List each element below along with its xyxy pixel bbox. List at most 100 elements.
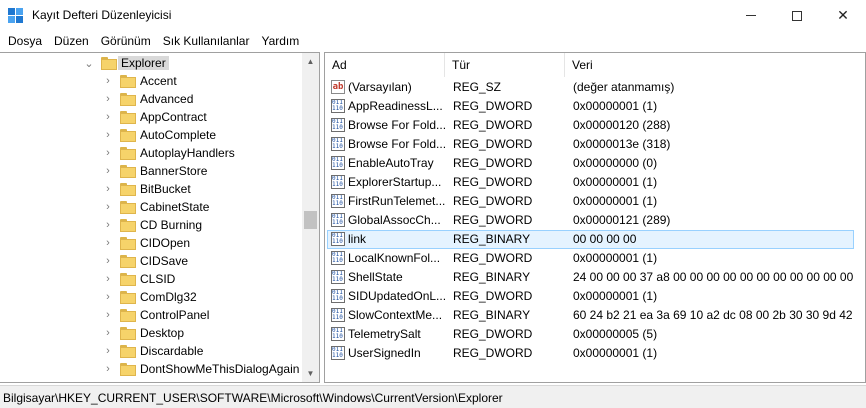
tree-item[interactable]: › BannerStore [0,162,302,180]
chevron-right-icon[interactable]: › [103,360,113,378]
value-name: SlowContextMe... [348,308,443,322]
list-row[interactable]: 011 110 ExplorerStartup... REG_DWORD 0x00000… [325,173,865,192]
list-row[interactable]: 011 110 AppReadinessL... REG_DWORD 0x0000000… [325,97,865,116]
chevron-right-icon[interactable]: › [103,162,113,180]
value-data: 0x00000120 (288) [573,118,671,132]
tree-item[interactable]: › Discardable [0,342,302,360]
tree-item-label: DontShowMeThisDialogAgain [140,362,300,376]
tree-item[interactable]: › Accent [0,72,302,90]
tree-item[interactable]: › AppContract [0,108,302,126]
tree-item[interactable]: › ControlPanel [0,306,302,324]
menu-file[interactable]: Dosya [2,34,48,48]
chevron-right-icon[interactable]: › [103,234,113,252]
list-row[interactable]: 011 110 EnableAutoTray REG_DWORD 0x00000000 … [325,154,865,173]
maximize-button[interactable] [774,0,820,31]
chevron-right-icon[interactable]: › [103,252,113,270]
folder-icon [120,327,136,340]
column-header-name[interactable]: Ad [325,53,445,77]
chevron-right-icon[interactable]: › [103,126,113,144]
chevron-right-icon[interactable]: › [103,216,113,234]
value-type: REG_DWORD [453,251,533,265]
tree-item[interactable]: › CIDOpen [0,234,302,252]
tree-scrollbar[interactable]: ▲ ▼ [302,53,319,382]
value-name: link [348,232,367,246]
folder-icon [120,93,136,106]
list-row-selected[interactable]: 011 110 link REG_BINARY 00 00 00 00 [325,230,865,249]
scrollbar-thumb[interactable] [304,211,317,229]
tree-item[interactable]: › CabinetState [0,198,302,216]
value-type: REG_BINARY [453,232,531,246]
menu-edit[interactable]: Düzen [48,34,95,48]
tree-item[interactable]: › BitBucket [0,180,302,198]
tree-item[interactable]: › Desktop [0,324,302,342]
list-row[interactable]: 011 110 TelemetrySalt REG_DWORD 0x00000005 (… [325,325,865,344]
list-row[interactable]: 011 110 GlobalAssocCh... REG_DWORD 0x0000012… [325,211,865,230]
list-row[interactable]: ab (Varsayılan) REG_SZ (değer atanmamış) [325,78,865,97]
chevron-right-icon[interactable]: › [103,180,113,198]
column-header-data[interactable]: Veri [565,53,865,77]
chevron-right-icon[interactable]: › [103,108,113,126]
value-data: 0x00000001 (1) [573,289,658,303]
list-row[interactable]: 011 110 Browse For Fold... REG_DWORD 0x00000… [325,116,865,135]
folder-icon [120,345,136,358]
binary-value-icon: 011 110 [331,251,345,265]
chevron-right-icon[interactable]: › [103,288,113,306]
tree-item-label: AutoComplete [140,128,217,142]
tree-item[interactable]: › AutoplayHandlers [0,144,302,162]
tree-item-label: CabinetState [140,200,210,214]
list-row[interactable]: 011 110 Browse For Fold... REG_DWORD 0x00000… [325,135,865,154]
tree-item[interactable]: › CLSID [0,270,302,288]
tree-item[interactable]: › CD Burning [0,216,302,234]
binary-value-icon: 011 110 [331,137,345,151]
tree-item-label: Discardable [140,344,204,358]
chevron-down-icon[interactable]: ⌄ [84,54,94,72]
value-name: LocalKnownFol... [348,251,441,265]
value-data: 0x00000000 (0) [573,156,658,170]
chevron-right-icon[interactable]: › [103,144,113,162]
value-data: 0x00000001 (1) [573,251,658,265]
tree-item[interactable]: › CIDSave [0,252,302,270]
menu-help[interactable]: Yardım [255,34,305,48]
chevron-right-icon[interactable]: › [103,198,113,216]
tree-item-label: BitBucket [140,182,191,196]
value-data: (değer atanmamış) [573,80,675,94]
list-row[interactable]: 011 110 SIDUpdatedOnL... REG_DWORD 0x0000000… [325,287,865,306]
value-data: 0x00000001 (1) [573,175,658,189]
value-type: REG_DWORD [453,327,533,341]
minimize-button[interactable] [728,0,774,31]
tree-item-explorer[interactable]: ⌄ Explorer [0,54,302,72]
chevron-right-icon[interactable]: › [103,90,113,108]
chevron-right-icon[interactable]: › [103,324,113,342]
chevron-right-icon[interactable]: › [103,342,113,360]
tree-item-label: Desktop [140,326,185,340]
list-row[interactable]: 011 110 FirstRunTelemet... REG_DWORD 0x00000… [325,192,865,211]
value-data: 0x00000005 (5) [573,327,658,341]
tree-item[interactable]: › AutoComplete [0,126,302,144]
values-list[interactable]: Ad Tür Veri ab (Varsayılan) REG_SZ (değer a… [324,52,866,383]
menu-bar: Dosya Düzen Görünüm Sık Kullanılanlar Ya… [0,31,866,51]
value-type: REG_DWORD [453,156,533,170]
value-type: REG_DWORD [453,99,533,113]
scroll-down-icon[interactable]: ▼ [302,365,319,382]
scroll-up-icon[interactable]: ▲ [302,53,319,70]
registry-tree[interactable]: ⌄ Explorer › Accent › Advanced › AppContract › Au… [0,52,320,383]
list-row[interactable]: 011 110 UserSignedIn REG_DWORD 0x00000001 (1… [325,344,865,363]
close-button[interactable]: ✕ [820,0,866,31]
tree-item[interactable]: › ComDlg32 [0,288,302,306]
column-header-type[interactable]: Tür [445,53,565,77]
list-row[interactable]: 011 110 LocalKnownFol... REG_DWORD 0x0000000… [325,249,865,268]
folder-icon [120,255,136,268]
chevron-right-icon[interactable]: › [103,306,113,324]
value-type: REG_BINARY [453,270,531,284]
list-row[interactable]: 011 110 ShellState REG_BINARY 24 00 00 00 37… [325,268,865,287]
folder-icon [120,237,136,250]
menu-favorites[interactable]: Sık Kullanılanlar [157,34,256,48]
menu-view[interactable]: Görünüm [95,34,157,48]
binary-value-icon: 011 110 [331,270,345,284]
tree-item-label: Explorer [118,56,169,70]
list-row[interactable]: 011 110 SlowContextMe... REG_BINARY 60 24 b2… [325,306,865,325]
tree-item[interactable]: › Advanced [0,90,302,108]
chevron-right-icon[interactable]: › [103,270,113,288]
tree-item[interactable]: › DontShowMeThisDialogAgain [0,360,302,378]
chevron-right-icon[interactable]: › [103,72,113,90]
